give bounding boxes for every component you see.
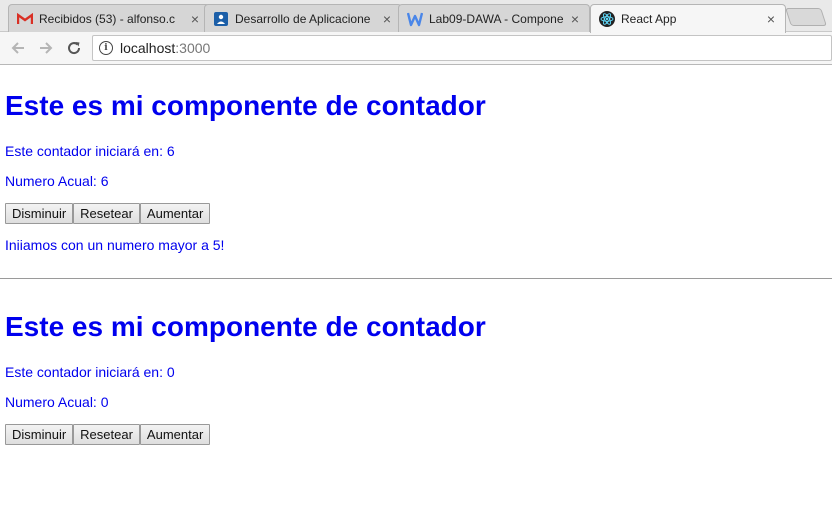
new-tab-button[interactable] — [785, 8, 827, 26]
counter-start-text: Este contador iniciará en: 6 — [5, 143, 175, 159]
tab-title: React App — [621, 12, 677, 26]
counter-message: Iniiamos con un numero mayor a 5! — [5, 237, 225, 253]
url-port: :3000 — [175, 40, 211, 56]
counter-heading: Este es mi componente de contador — [5, 90, 486, 121]
counter-current-text: Numero Acual: 6 — [5, 173, 109, 189]
decrease-button[interactable]: Disminuir — [5, 203, 74, 224]
back-button[interactable] — [6, 36, 30, 60]
close-tab-icon[interactable]: × — [189, 12, 201, 26]
counter-button-row: Disminuir Resetear Aumentar — [5, 203, 832, 224]
tab-word-doc[interactable]: Lab09-DAWA - Compone × — [398, 4, 590, 32]
reload-button[interactable] — [62, 36, 86, 60]
increase-button[interactable]: Aumentar — [139, 424, 211, 445]
counter-component-2: Este es mi componente de contador Este c… — [0, 280, 486, 445]
tab-title: Desarrollo de Aplicacione — [235, 11, 371, 26]
back-arrow-icon — [11, 42, 24, 54]
browser-toolbar: i localhost:3000 — [0, 32, 832, 65]
forward-button[interactable] — [34, 36, 58, 60]
tab-title: Recibidos (53) - alfonso.c — [39, 11, 176, 26]
reload-icon — [68, 42, 81, 55]
react-icon — [599, 11, 615, 27]
increase-button[interactable]: Aumentar — [139, 203, 211, 224]
counter-button-row: Disminuir Resetear Aumentar — [5, 424, 486, 445]
classroom-icon — [213, 11, 229, 27]
counter-component-1: Este es mi componente de contador Este c… — [0, 90, 832, 253]
component-divider — [0, 278, 832, 279]
close-tab-icon[interactable]: × — [569, 12, 581, 26]
counter-current-text: Numero Acual: 0 — [5, 394, 109, 410]
counter-heading: Este es mi componente de contador — [5, 311, 486, 342]
decrease-button[interactable]: Disminuir — [5, 424, 74, 445]
tab-react-app[interactable]: React App × — [590, 4, 786, 33]
tab-title: Lab09-DAWA - Compone — [429, 11, 564, 26]
address-bar[interactable]: i localhost:3000 — [92, 35, 832, 61]
word-icon — [407, 11, 423, 27]
counter-start-text: Este contador iniciará en: 0 — [5, 364, 175, 380]
page-content: Este es mi componente de contador Este c… — [0, 66, 832, 445]
gmail-icon — [17, 11, 33, 27]
close-tab-icon[interactable]: × — [765, 12, 777, 26]
site-info-icon[interactable]: i — [99, 41, 113, 55]
url-host: localhost — [120, 40, 176, 56]
forward-arrow-icon — [40, 42, 53, 54]
close-tab-icon[interactable]: × — [381, 12, 393, 26]
reset-button[interactable]: Resetear — [73, 424, 140, 445]
tab-classroom[interactable]: Desarrollo de Aplicacione × — [204, 4, 402, 32]
tab-gmail[interactable]: Recibidos (53) - alfonso.c × — [8, 4, 210, 32]
tab-strip: Recibidos (53) - alfonso.c × Desarrollo … — [0, 0, 832, 33]
reset-button[interactable]: Resetear — [73, 203, 140, 224]
